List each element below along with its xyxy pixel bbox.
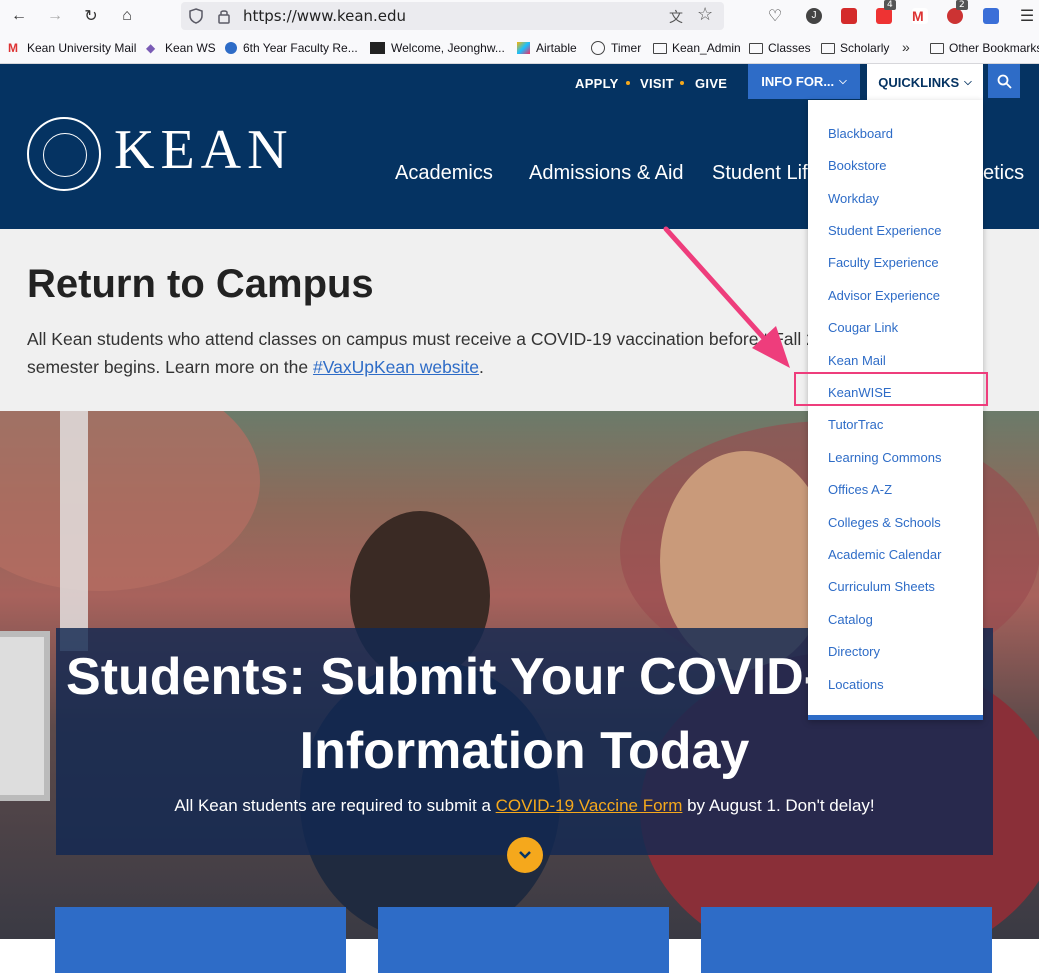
bookmarks-bar: M Kean University Mail ◆ Kean WS 6th Yea… [0, 33, 1039, 64]
quicklink-faculty-experience[interactable]: Faculty Experience [828, 255, 939, 270]
chevron-double-right-icon[interactable]: » [902, 39, 910, 55]
extension-badge: 4 [884, 0, 896, 10]
folder-icon [749, 42, 763, 54]
bookmark-item[interactable]: Timer [591, 41, 641, 55]
zotero-icon[interactable] [841, 8, 857, 24]
visit-link[interactable]: VISIT [640, 76, 674, 91]
shield-icon [189, 8, 203, 24]
hero-subtitle: All Kean students are required to submit… [174, 796, 875, 815]
quicklink-catalog[interactable]: Catalog [828, 612, 873, 627]
quicklink-learning-commons[interactable]: Learning Commons [828, 450, 941, 465]
extension-badge: 2 [956, 0, 968, 10]
quicklink-advisor-experience[interactable]: Advisor Experience [828, 288, 940, 303]
quicklink-curriculum-sheets[interactable]: Curriculum Sheets [828, 579, 935, 594]
quicklink-kean-mail[interactable]: Kean Mail [828, 353, 886, 368]
quicklink-workday[interactable]: Workday [828, 191, 879, 206]
keanwise-highlight-box [794, 372, 988, 406]
quicklink-cougar-link[interactable]: Cougar Link [828, 320, 898, 335]
vaccine-form-link[interactable]: COVID-19 Vaccine Form [496, 796, 683, 815]
notice-text: All Kean students who attend classes on … [27, 329, 816, 377]
feature-card[interactable] [55, 907, 346, 973]
adblock-icon[interactable] [947, 8, 963, 24]
search-icon [997, 74, 1012, 89]
quicklinks-button[interactable]: QUICKLINKS ⌵ [867, 64, 983, 100]
bookmark-item[interactable]: 6th Year Faculty Re... [225, 41, 358, 55]
quicklink-academic-calendar[interactable]: Academic Calendar [828, 547, 941, 562]
gmail-extension-icon[interactable]: M [912, 8, 928, 24]
forward-icon[interactable]: → [44, 5, 66, 27]
bookmark-item[interactable]: Airtable [517, 41, 577, 55]
browser-toolbar: ← → ↻ ⌂ https://www.kean.edu 文 ☆ ♡ J 4 M… [0, 0, 1039, 33]
nav-athletics[interactable]: etics [983, 162, 1024, 185]
info-for-button[interactable]: INFO FOR... ⌵ [748, 64, 860, 99]
separator-dot [626, 81, 630, 85]
page-title: Return to Campus [27, 262, 374, 306]
apply-link[interactable]: APPLY [575, 76, 619, 91]
nav-admissions[interactable]: Admissions & Aid [529, 162, 684, 185]
bookmark-item[interactable]: M Kean University Mail [8, 41, 136, 55]
folder-icon [930, 42, 944, 54]
bookmark-item[interactable]: ◆ Kean WS [146, 41, 216, 55]
give-link[interactable]: GIVE [695, 76, 727, 91]
todo-extension-icon[interactable] [876, 8, 892, 24]
quicklink-bookstore[interactable]: Bookstore [828, 158, 887, 173]
bookmark-folder[interactable]: Classes [749, 41, 811, 55]
feature-card[interactable] [701, 907, 992, 973]
quicklink-locations[interactable]: Locations [828, 677, 884, 692]
airtable-icon [517, 42, 530, 54]
translate-extension-icon[interactable] [983, 8, 999, 24]
bookmark-item[interactable]: Welcome, Jeonghw... [370, 41, 505, 55]
quicklink-student-experience[interactable]: Student Experience [828, 223, 941, 238]
separator-dot [680, 81, 684, 85]
nav-student-life[interactable]: Student Life [712, 162, 819, 185]
folder-icon [653, 42, 667, 54]
menu-icon[interactable]: ☰ [1016, 5, 1038, 27]
globe-icon [591, 41, 605, 55]
quicklink-tutortrac[interactable]: TutorTrac [828, 417, 883, 432]
star-icon[interactable]: ☆ [697, 4, 713, 25]
quicklink-directory[interactable]: Directory [828, 644, 880, 659]
bookmark-folder[interactable]: Scholarly [821, 41, 889, 55]
nav-academics[interactable]: Academics [395, 162, 493, 185]
bookmark-folder[interactable]: Other Bookmarks [930, 41, 1039, 55]
lock-icon [218, 10, 230, 24]
scroll-down-button[interactable] [507, 837, 543, 873]
vaxupkean-link[interactable]: #VaxUpKean website [313, 357, 479, 377]
quicklink-colleges-schools[interactable]: Colleges & Schools [828, 515, 941, 530]
translate-icon[interactable]: 文 [669, 7, 683, 27]
back-icon[interactable]: ← [8, 5, 30, 27]
diamond-icon: ◆ [146, 41, 156, 55]
gmail-icon: M [8, 41, 18, 55]
bookmark-folder[interactable]: Kean_Admin [653, 41, 741, 55]
chevron-down-icon: ⌵ [964, 76, 972, 88]
chevron-down-icon [519, 851, 531, 859]
quicklink-offices[interactable]: Offices A-Z [828, 482, 892, 497]
reload-icon[interactable]: ↻ [80, 5, 102, 27]
pocket-icon[interactable]: ♡ [764, 5, 786, 27]
home-icon[interactable]: ⌂ [116, 5, 138, 27]
profile-icon[interactable]: J [806, 8, 822, 24]
quicklink-blackboard[interactable]: Blackboard [828, 126, 893, 141]
kean-seal-logo[interactable] [27, 117, 101, 191]
kean-logo-text[interactable]: KEAN [114, 122, 294, 178]
folder-icon [821, 42, 835, 54]
url-text[interactable]: https://www.kean.edu [243, 7, 406, 25]
chevron-down-icon: ⌵ [839, 76, 847, 87]
url-bar[interactable]: https://www.kean.edu 文 ☆ [181, 2, 724, 30]
bb-icon [370, 42, 385, 54]
info-icon [225, 42, 237, 54]
feature-card[interactable] [378, 907, 669, 973]
search-button[interactable] [988, 64, 1020, 98]
